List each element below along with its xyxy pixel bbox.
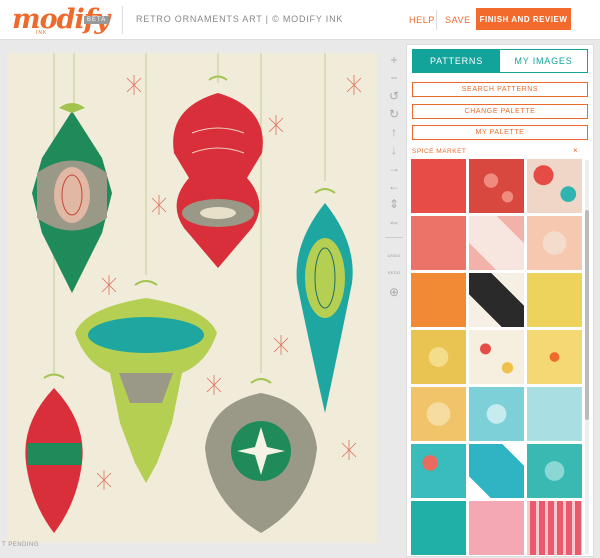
pattern-swatch[interactable] [527,330,582,384]
logo-subtitle: INK [36,30,48,36]
pattern-swatch[interactable] [411,273,466,327]
finish-and-review-button[interactable]: FINISH AND REVIEW [476,8,571,30]
pattern-swatch[interactable] [527,501,582,555]
pattern-swatch[interactable] [411,501,466,555]
red-small-ornament [25,373,83,533]
pattern-swatch[interactable] [527,216,582,270]
pattern-swatch[interactable] [469,273,524,327]
flip-horizontal-icon[interactable]: ⇔ [386,214,402,230]
patterns-panel: PATTERNS MY IMAGES SEARCH PATTERNS CHANG… [406,44,594,557]
save-status: T PENDING [2,542,40,548]
pattern-swatch[interactable] [527,273,582,327]
undo-button[interactable]: UNDO [385,253,403,258]
teal-drop-ornament [296,188,353,413]
toolbar-divider [385,237,403,238]
tab-my-images[interactable]: MY IMAGES [500,50,587,72]
move-left-icon[interactable]: ← [386,178,402,194]
green-saucer-ornament [75,280,217,483]
ornament-artwork[interactable] [7,53,377,543]
scrollbar-thumb[interactable] [585,210,589,420]
close-icon[interactable]: × [573,146,578,155]
pattern-swatch[interactable] [411,330,466,384]
pattern-swatch[interactable] [411,387,466,441]
save-link[interactable]: SAVE [445,15,471,25]
ornaments-illustration [25,53,362,533]
swatch-scrollbar[interactable] [585,160,589,554]
canvas-toolbar: + − ↺ ↻ ↑ ↓ → ← ⇕ ⇔ UNDO REDO ⊕ [383,44,405,557]
move-down-icon[interactable]: ↓ [386,142,402,158]
palette-name: SPICE MARKET [412,148,467,155]
my-palette-button[interactable]: MY PALETTE [412,125,588,140]
header-divider [122,6,123,34]
pattern-swatch[interactable] [527,387,582,441]
beta-badge: BETA [84,16,110,24]
rotate-right-icon[interactable]: ↻ [386,106,402,122]
rotate-left-icon[interactable]: ↺ [386,88,402,104]
move-right-icon[interactable]: → [386,160,402,176]
document-title: RETRO ORNAMENTS ART | © MODIFY INK [136,14,344,24]
redo-button[interactable]: REDO [385,270,403,275]
search-patterns-button[interactable]: SEARCH PATTERNS [412,82,588,97]
tab-patterns[interactable]: PATTERNS [413,50,500,72]
pattern-swatch[interactable] [527,444,582,498]
pattern-swatch[interactable] [527,159,582,213]
red-bulb-ornament [173,75,263,268]
pattern-swatch[interactable] [469,330,524,384]
pattern-swatch[interactable] [411,444,466,498]
panel-tabs: PATTERNS MY IMAGES [412,49,588,73]
zoom-out-icon[interactable]: − [386,70,402,86]
pattern-swatch[interactable] [469,444,524,498]
flip-vertical-icon[interactable]: ⇕ [386,196,402,212]
add-icon[interactable]: ⊕ [386,284,402,300]
teal-diamond-ornament [32,103,112,293]
pattern-swatch[interactable] [411,159,466,213]
zoom-in-icon[interactable]: + [386,52,402,68]
app-header: modify INK BETA RETRO ORNAMENTS ART | © … [0,0,600,40]
change-palette-button[interactable]: CHANGE PALETTE [412,104,588,119]
pattern-swatch[interactable] [411,216,466,270]
pattern-swatch[interactable] [469,387,524,441]
pattern-swatch-grid [411,159,583,558]
move-up-icon[interactable]: ↑ [386,124,402,140]
help-link[interactable]: HELP [409,15,435,25]
pattern-swatch[interactable] [469,501,524,555]
header-separator [436,10,437,30]
flower-bulb-ornament [205,378,317,533]
design-canvas-area [0,41,380,557]
pattern-swatch[interactable] [469,159,524,213]
pattern-swatch[interactable] [469,216,524,270]
